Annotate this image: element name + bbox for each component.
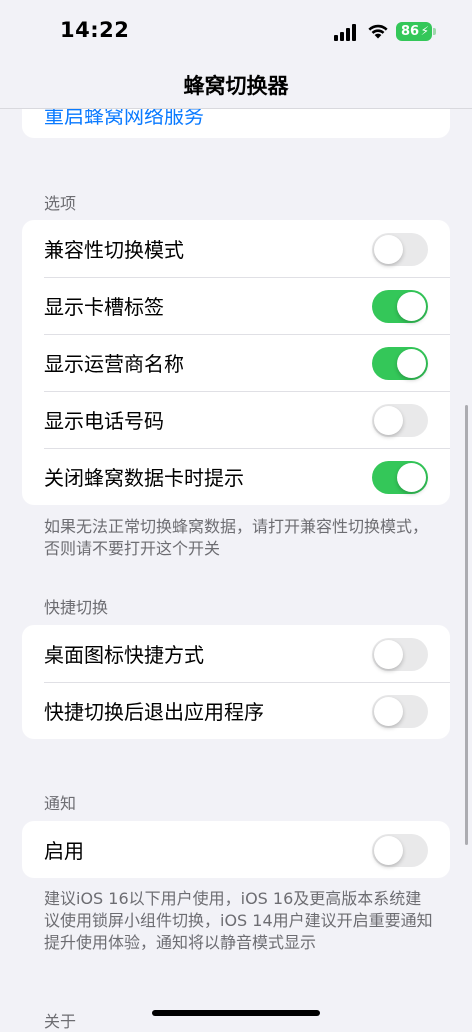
row-close-data-prompt: 关闭蜂窝数据卡时提示 <box>22 448 450 505</box>
shortcuts-card: 桌面图标快捷方式 快捷切换后退出应用程序 <box>22 625 450 739</box>
toggle-knob <box>374 640 403 669</box>
home-indicator[interactable] <box>152 1010 320 1016</box>
row-desktop-shortcut: 桌面图标快捷方式 <box>22 625 450 682</box>
section-header-options: 选项 <box>44 194 77 213</box>
toggle-knob <box>397 292 426 321</box>
row-compat-mode: 兼容性切换模式 <box>22 220 450 277</box>
wifi-icon <box>368 24 388 39</box>
options-footer: 如果无法正常切换蜂窝数据，请打开兼容性切换模式，否则请不要打开这个开关 <box>44 517 429 558</box>
toggle-knob <box>374 235 403 264</box>
show-slot-label-toggle[interactable] <box>372 290 428 323</box>
toggle-knob <box>374 836 403 865</box>
row-label: 显示电话号码 <box>44 409 164 433</box>
charging-bolt-icon: ⚡ <box>420 24 429 38</box>
battery-cap <box>433 28 436 35</box>
notify-footer: 建议iOS 16以下用户使用，iOS 16及更高版本系统建议使用锁屏小组件切换，… <box>44 889 433 952</box>
row-label: 桌面图标快捷方式 <box>44 643 204 667</box>
status-bar: 14:22 86 ⚡ <box>0 0 472 62</box>
close-data-prompt-toggle[interactable] <box>372 461 428 494</box>
toggle-knob <box>397 463 426 492</box>
page-title: 蜂窝切换器 <box>183 74 289 98</box>
show-carrier-toggle[interactable] <box>372 347 428 380</box>
row-exit-after-switch: 快捷切换后退出应用程序 <box>22 682 450 739</box>
row-label: 启用 <box>44 839 84 863</box>
toggle-knob <box>374 406 403 435</box>
cellular-signal-icon <box>334 23 360 41</box>
section-header-about: 关于 <box>44 1012 77 1031</box>
row-label: 显示运营商名称 <box>44 352 184 376</box>
exit-after-switch-toggle[interactable] <box>372 695 428 728</box>
options-card: 兼容性切换模式 显示卡槽标签 显示运营商名称 显示电话号码 关闭蜂窝数据卡时提示 <box>22 220 450 505</box>
battery-level: 86 <box>401 24 420 39</box>
enable-notify-toggle[interactable] <box>372 834 428 867</box>
row-show-carrier: 显示运营商名称 <box>22 334 450 391</box>
row-enable-notify: 启用 <box>22 821 450 878</box>
navigation-bar: 蜂窝切换器 <box>0 62 472 109</box>
show-phone-toggle[interactable] <box>372 404 428 437</box>
row-label: 快捷切换后退出应用程序 <box>44 700 264 724</box>
desktop-shortcut-toggle[interactable] <box>372 638 428 671</box>
row-show-phone: 显示电话号码 <box>22 391 450 448</box>
toggle-knob <box>374 697 403 726</box>
compat-mode-toggle[interactable] <box>372 233 428 266</box>
row-label: 关闭蜂窝数据卡时提示 <box>44 466 244 490</box>
status-time: 14:22 <box>60 18 130 42</box>
scrollbar[interactable] <box>465 405 468 845</box>
settings-scroll-view[interactable]: 重启蜂窝网络服务 选项 兼容性切换模式 显示卡槽标签 显示运营商名称 显示电话号… <box>0 0 472 1031</box>
section-header-shortcuts: 快捷切换 <box>44 598 109 617</box>
section-header-notify: 通知 <box>44 794 77 813</box>
toggle-knob <box>397 349 426 378</box>
battery-icon: 86 ⚡ <box>396 22 432 41</box>
row-show-slot-label: 显示卡槽标签 <box>22 277 450 334</box>
notify-card: 启用 <box>22 821 450 878</box>
row-label: 显示卡槽标签 <box>44 295 164 319</box>
row-label: 兼容性切换模式 <box>44 238 184 262</box>
